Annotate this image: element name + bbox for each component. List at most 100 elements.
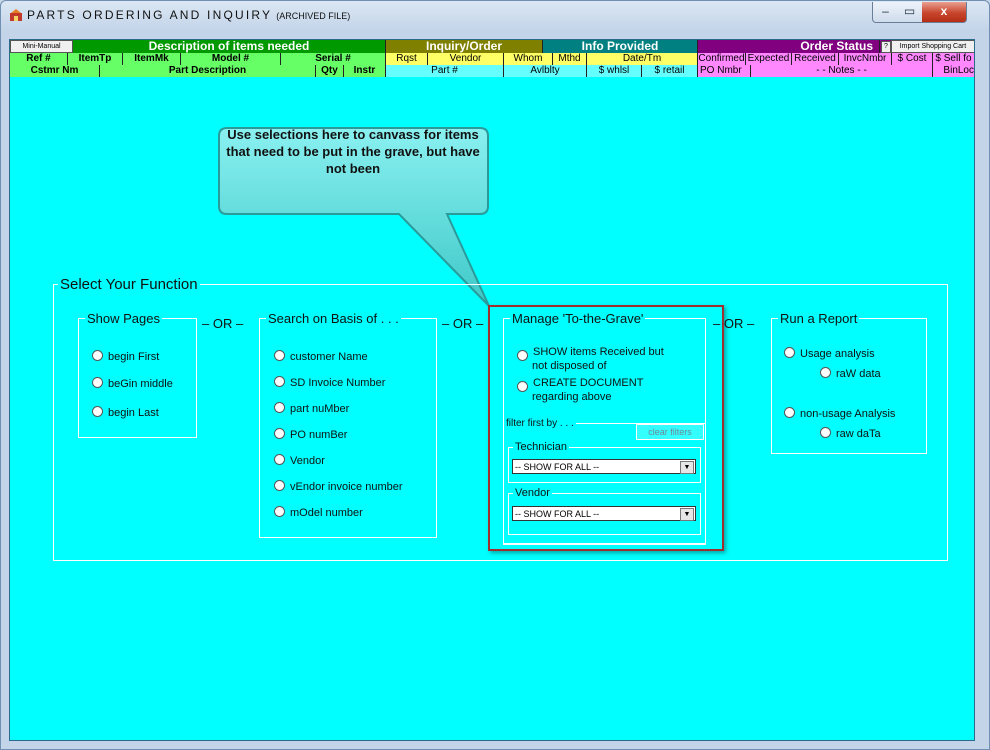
import-shopping-cart-button[interactable]: Import Shopping Cart	[891, 40, 974, 53]
col-model[interactable]: Model #	[181, 53, 281, 65]
col-instr[interactable]: Instr	[344, 65, 386, 77]
radio-non-usage-analysis[interactable]: non-usage Analysis	[784, 407, 895, 421]
desc-group-header: Description of items needed	[73, 40, 386, 53]
radio-dot	[784, 347, 795, 358]
filter-title: filter first by . . .	[506, 418, 574, 429]
col-cstmr-nm[interactable]: Cstmr Nm	[10, 65, 100, 77]
radio-model-number[interactable]: mOdel number	[274, 506, 363, 520]
radio-label: Usage analysis	[800, 348, 875, 360]
radio-raw-w-data[interactable]: raW data	[820, 367, 881, 381]
col-itemmk[interactable]: ItemMk	[123, 53, 181, 65]
col-invcnmbr[interactable]: InvcNmbr	[839, 53, 892, 65]
minimize-button[interactable]: –	[872, 2, 899, 23]
app-window: PARTS ORDERING AND INQUIRY (ARCHIVED FILE…	[0, 0, 990, 750]
col-whom[interactable]: Whom	[504, 53, 553, 65]
help-button[interactable]: ?	[881, 41, 891, 53]
radio-dot	[820, 367, 831, 378]
show-pages-title: Show Pages	[87, 311, 160, 326]
or-separator: – OR –	[202, 316, 244, 331]
or-separator: – OR –	[713, 316, 755, 331]
radio-dot	[92, 377, 103, 388]
radio-dot	[517, 381, 528, 392]
or-separator: – OR –	[442, 316, 484, 331]
radio-begin-last[interactable]: begin Last	[92, 406, 159, 420]
col-qty[interactable]: Qty	[316, 65, 344, 77]
technician-label: Technician	[515, 441, 567, 453]
col-rqst[interactable]: Rqst	[386, 53, 428, 65]
radio-dot	[274, 376, 285, 387]
callout-text: Use selections here to canvass for items…	[226, 127, 480, 176]
technician-select[interactable]: -- SHOW FOR ALL -- ▼	[512, 459, 696, 474]
dropdown-arrow-icon[interactable]: ▼	[680, 461, 694, 474]
radio-dot	[92, 350, 103, 361]
col-retail[interactable]: $ retail	[642, 65, 698, 77]
col-part-description[interactable]: Part Description	[100, 65, 316, 77]
status-group-header: Order Status	[698, 40, 880, 53]
col-confirmed[interactable]: Confirmed	[698, 53, 746, 65]
radio-vendor-invoice-number[interactable]: vEndor invoice number	[274, 480, 403, 494]
col-cost[interactable]: $ Cost	[892, 53, 933, 65]
radio-usage-analysis[interactable]: Usage analysis	[784, 347, 875, 361]
col-part-num[interactable]: Part #	[386, 65, 504, 77]
vendor-value: -- SHOW FOR ALL --	[515, 509, 600, 519]
radio-dot	[274, 454, 285, 465]
radio-begin-middle[interactable]: beGin middle	[92, 377, 173, 391]
report-title: Run a Report	[780, 311, 858, 326]
radio-label: begin Last	[108, 407, 159, 419]
title-bar[interactable]: PARTS ORDERING AND INQUIRY (ARCHIVED FILE…	[1, 1, 989, 29]
radio-dot	[274, 480, 285, 491]
radio-label: raw daTa	[836, 428, 881, 440]
radio-label: mOdel number	[290, 507, 363, 519]
radio-dot	[274, 402, 285, 413]
radio-label: CREATE DOCUMENT	[533, 377, 644, 389]
radio-dot	[784, 407, 795, 418]
col-datetm[interactable]: Date/Tm	[587, 53, 698, 65]
col-received[interactable]: Received	[792, 53, 839, 65]
radio-customer-name[interactable]: customer Name	[274, 350, 368, 364]
radio-dot	[517, 350, 528, 361]
radio-create-document[interactable]: CREATE DOCUMENT	[517, 377, 643, 392]
close-button[interactable]: x	[922, 2, 967, 23]
radio-sd-invoice-number[interactable]: SD Invoice Number	[274, 376, 385, 390]
col-whlsl[interactable]: $ whlsl	[587, 65, 642, 77]
col-avlblty[interactable]: Avlblty	[504, 65, 587, 77]
radio-label-cont: regarding above	[532, 391, 612, 403]
radio-label: SD Invoice Number	[290, 377, 386, 389]
col-binloc[interactable]: BinLoc	[933, 65, 974, 77]
radio-label: SHOW items Received but	[533, 346, 664, 358]
col-notes[interactable]: - - Notes - -	[751, 65, 933, 77]
col-mthd[interactable]: Mthd	[553, 53, 587, 65]
radio-dot	[274, 506, 285, 517]
window-title-suffix: (ARCHIVED FILE)	[276, 11, 351, 21]
vendor-select[interactable]: -- SHOW FOR ALL -- ▼	[512, 506, 696, 521]
window-title: PARTS ORDERING AND INQUIRY (ARCHIVED FILE…	[27, 8, 351, 22]
radio-begin-first[interactable]: begin First	[92, 350, 159, 364]
radio-label: customer Name	[290, 351, 368, 363]
mini-manual-button[interactable]: Mini-Manual	[10, 40, 73, 53]
radio-show-received[interactable]: SHOW items Received but	[517, 346, 664, 361]
radio-label-cont: not disposed of	[532, 360, 607, 372]
col-itemtp[interactable]: ItemTp	[68, 53, 123, 65]
col-expected[interactable]: Expected	[746, 53, 792, 65]
col-sell[interactable]: $ Sell fo	[933, 53, 974, 65]
col-vendor[interactable]: Vendor	[428, 53, 504, 65]
dropdown-arrow-icon[interactable]: ▼	[680, 508, 694, 521]
col-po-nmbr[interactable]: PO Nmbr	[698, 65, 751, 77]
radio-dot	[274, 428, 285, 439]
col-ref[interactable]: Ref #	[10, 53, 68, 65]
maximize-button[interactable]: ▭	[897, 2, 923, 23]
radio-label: Vendor	[290, 455, 325, 467]
radio-part-number[interactable]: part nuMber	[274, 402, 349, 416]
select-function-title: Select Your Function	[60, 276, 198, 293]
radio-vendor[interactable]: Vendor	[274, 454, 325, 468]
clear-filters-button[interactable]: clear filters	[636, 424, 704, 440]
radio-label: vEndor invoice number	[290, 481, 403, 493]
col-serial[interactable]: Serial #	[281, 53, 386, 65]
radio-raw-t-data[interactable]: raw daTa	[820, 427, 881, 441]
radio-label: part nuMber	[290, 403, 350, 415]
app-icon	[10, 9, 22, 21]
radio-label: begin First	[108, 351, 160, 363]
radio-po-number[interactable]: PO numBer	[274, 428, 347, 442]
radio-label: non-usage Analysis	[800, 408, 896, 420]
inquiry-group-header: Inquiry/Order	[386, 40, 543, 53]
